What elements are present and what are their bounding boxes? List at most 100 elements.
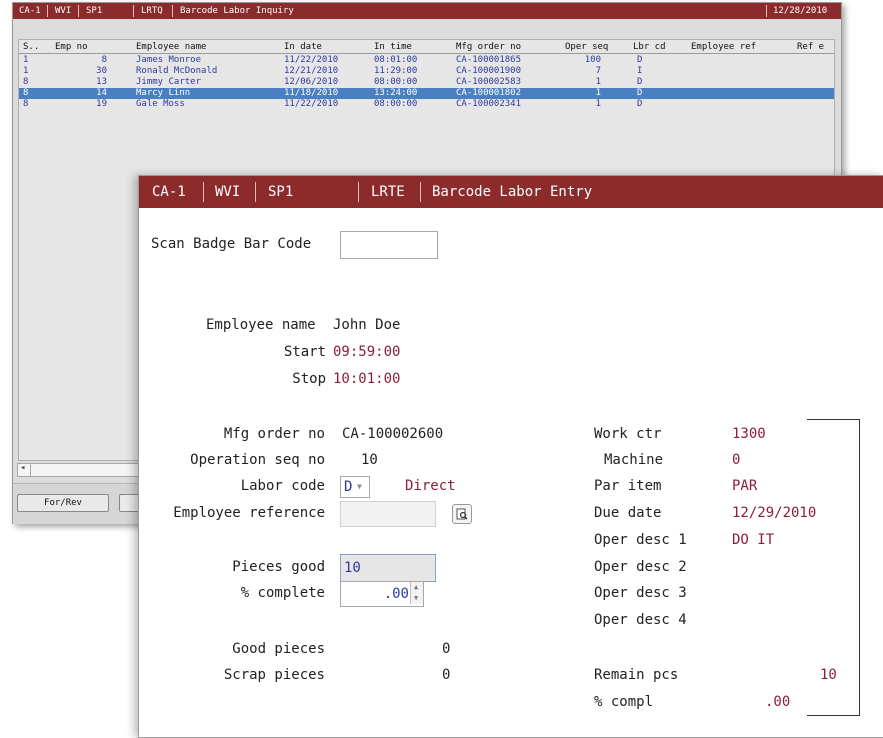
labor-code-description: Direct xyxy=(405,478,456,494)
col-header-in-date[interactable]: In date xyxy=(284,42,322,52)
cell-employee-name: Gale Moss xyxy=(136,99,185,109)
machine-value: 0 xyxy=(732,452,741,468)
par-item-label: Par item xyxy=(594,478,662,494)
inquiry-date: 12/28/2010 xyxy=(773,6,828,16)
pieces-good-label: Pieces good xyxy=(232,559,325,575)
table-row[interactable]: 1 30 Ronald McDonald 12/21/2010 11:29:00… xyxy=(19,66,834,77)
employee-name-label: Employee name xyxy=(206,317,316,333)
for-rev-button[interactable]: For/Rev xyxy=(17,494,109,512)
cell-in-time: 11:29:00 xyxy=(374,66,418,76)
cell-in-date: 12/06/2010 xyxy=(284,77,339,87)
oper-desc-4-label: Oper desc 4 xyxy=(594,612,687,628)
cell-in-time: 08:00:00 xyxy=(374,99,418,109)
scan-badge-input[interactable] xyxy=(340,231,438,259)
oper-desc-1-label: Oper desc 1 xyxy=(594,532,687,548)
inquiry-screen-title: Barcode Labor Inquiry xyxy=(180,6,294,16)
oper-desc-2-label: Oper desc 2 xyxy=(594,559,687,575)
col-header-employee-ref[interactable]: Employee ref xyxy=(691,42,756,52)
entry-plant: SP1 xyxy=(268,184,294,200)
oper-seq-label: Operation seq no xyxy=(190,452,325,468)
cell-emp-no: 13 xyxy=(96,77,107,87)
cell-emp-no: 8 xyxy=(101,55,107,65)
pct-complete-spinner[interactable]: ▲ ▼ xyxy=(410,582,423,604)
labor-code-label: Labor code xyxy=(240,478,325,494)
table-row[interactable]: 1 8 James Monroe 11/22/2010 08:01:00 CA-… xyxy=(19,55,834,66)
cell-mfg-order: CA-100002341 xyxy=(456,99,522,109)
scrap-pieces-label: Scrap pieces xyxy=(223,667,325,683)
labor-code-value: D xyxy=(344,479,353,495)
col-header-mfg-order[interactable]: Mfg order no xyxy=(456,42,521,52)
cell-lbr-cd: D xyxy=(637,88,643,98)
spin-down-icon[interactable]: ▼ xyxy=(414,594,418,602)
col-header-ref-e[interactable]: Ref e xyxy=(797,42,824,52)
inquiry-titlebar: CA-1 WVI SP1 LRTQ Barcode Labor Inquiry … xyxy=(13,3,841,19)
cell-mfg-order: CA-100001802 xyxy=(456,88,522,98)
entry-company: CA-1 xyxy=(152,184,186,200)
entry-window: CA-1 WVI SP1 LRTE Barcode Labor Entry Sc… xyxy=(138,175,883,738)
cell-status: 8 xyxy=(23,99,29,109)
cell-in-date: 11/22/2010 xyxy=(284,99,339,109)
par-item-value: PAR xyxy=(732,478,758,494)
col-header-in-time[interactable]: In time xyxy=(374,42,412,52)
cell-mfg-order: CA-100002583 xyxy=(456,77,522,87)
table-row-selected[interactable]: 8 14 Marcy Linn 11/18/2010 13:24:00 CA-1… xyxy=(19,88,834,99)
work-ctr-value: 1300 xyxy=(732,426,766,442)
right-panel-bracket xyxy=(807,419,860,716)
col-header-status[interactable]: S.. xyxy=(23,42,39,52)
cell-mfg-order: CA-100001865 xyxy=(456,55,522,65)
table-row[interactable]: 8 19 Gale Moss 11/22/2010 08:00:00 CA-10… xyxy=(19,99,834,110)
inquiry-screen-code: LRTQ xyxy=(141,6,163,16)
cell-in-time: 08:00:00 xyxy=(374,77,418,87)
cell-status: 8 xyxy=(23,77,29,87)
entry-screen-code: LRTE xyxy=(371,184,405,200)
col-header-oper-seq[interactable]: Oper seq xyxy=(565,42,608,52)
scrap-pieces-value: 0 xyxy=(442,667,451,683)
cell-status: 1 xyxy=(23,66,29,76)
lookup-button[interactable] xyxy=(452,504,472,524)
cell-in-time: 08:01:00 xyxy=(374,55,418,65)
oper-desc-3-label: Oper desc 3 xyxy=(594,585,687,601)
mfg-order-label: Mfg order no xyxy=(223,426,325,442)
labor-code-select[interactable]: D ▼ xyxy=(340,476,370,498)
cell-lbr-cd: D xyxy=(637,99,643,109)
cell-employee-name: James Monroe xyxy=(136,55,202,65)
good-pieces-value: 0 xyxy=(442,641,451,657)
col-header-emp-no[interactable]: Emp no xyxy=(55,42,88,52)
horizontal-scrollbar[interactable]: ◂ xyxy=(17,463,149,477)
chevron-down-icon[interactable]: ▼ xyxy=(357,483,362,491)
due-date-label: Due date xyxy=(594,505,662,521)
cell-status: 8 xyxy=(23,88,29,98)
cell-oper-seq: 100 xyxy=(584,55,601,65)
inquiry-division: WVI xyxy=(55,6,72,16)
pct-compl-label: % compl xyxy=(594,694,654,710)
good-pieces-label: Good pieces xyxy=(232,641,325,657)
cell-status: 1 xyxy=(23,55,29,65)
table-row[interactable]: 8 13 Jimmy Carter 12/06/2010 08:00:00 CA… xyxy=(19,77,834,88)
cell-oper-seq: 1 xyxy=(595,88,601,98)
spin-up-icon[interactable]: ▲ xyxy=(414,583,418,591)
employee-ref-input[interactable] xyxy=(340,501,436,527)
stop-label: Stop xyxy=(292,371,326,387)
machine-label: Machine xyxy=(604,452,664,468)
scroll-left-icon[interactable]: ◂ xyxy=(20,463,25,473)
entry-division: WVI xyxy=(215,184,241,200)
cell-in-time: 13:24:00 xyxy=(374,88,418,98)
inquiry-plant: SP1 xyxy=(86,6,103,16)
col-header-lbr-cd[interactable]: Lbr cd xyxy=(633,42,666,52)
work-ctr-label: Work ctr xyxy=(594,426,662,442)
inquiry-company: CA-1 xyxy=(19,6,41,16)
pieces-good-value: 10 xyxy=(344,560,361,576)
cell-lbr-cd: I xyxy=(637,66,643,76)
pieces-good-input[interactable]: 10 xyxy=(340,554,436,582)
pct-complete-input[interactable]: .00 ▲ ▼ xyxy=(340,581,424,607)
cell-employee-name: Jimmy Carter xyxy=(136,77,202,87)
lookup-icon xyxy=(456,508,468,520)
cell-in-date: 11/22/2010 xyxy=(284,55,339,65)
cell-employee-name: Marcy Linn xyxy=(136,88,191,98)
stop-value: 10:01:00 xyxy=(333,371,401,387)
start-label: Start xyxy=(283,344,326,360)
col-header-employee-name[interactable]: Employee name xyxy=(136,42,206,52)
start-value: 09:59:00 xyxy=(333,344,401,360)
cell-emp-no: 14 xyxy=(96,88,107,98)
cell-in-date: 11/18/2010 xyxy=(284,88,339,98)
